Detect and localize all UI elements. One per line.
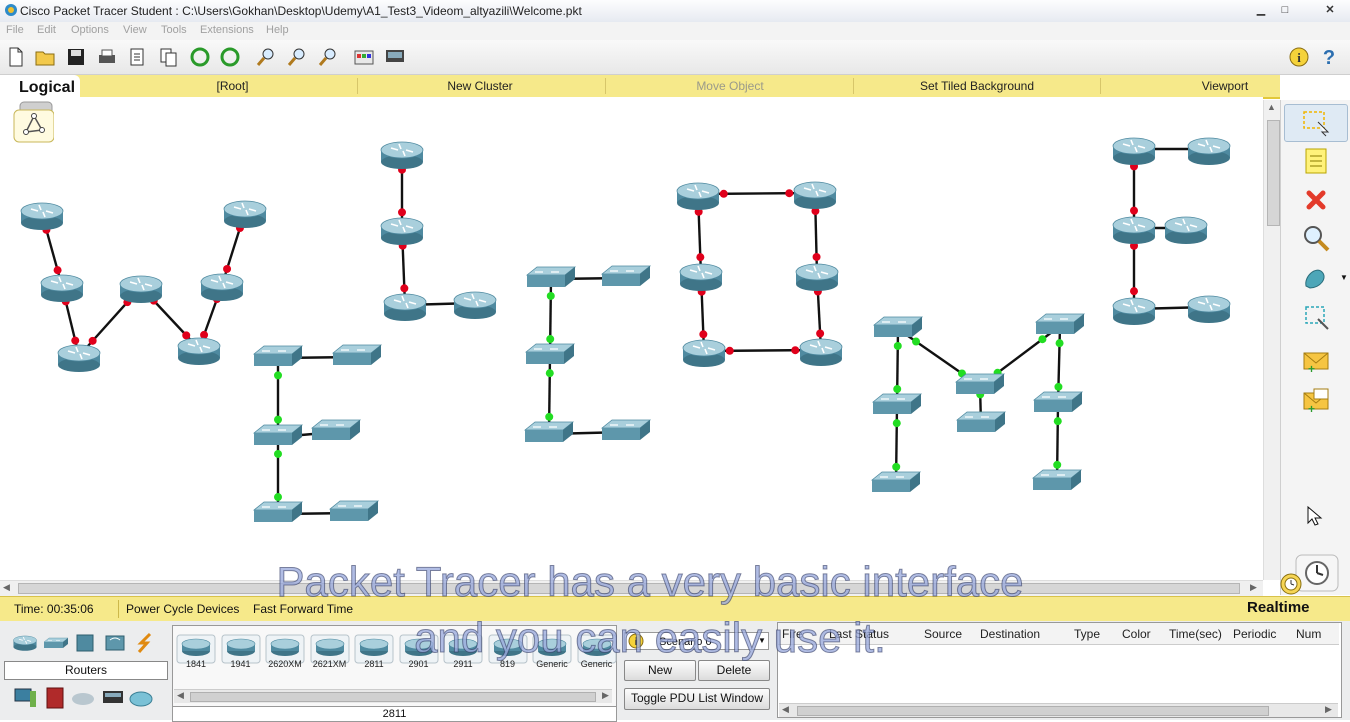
pdu-column-color: Color [1122, 627, 1151, 641]
routers-category-icon[interactable] [12, 632, 38, 654]
add-complex-pdu-icon[interactable]: + [1300, 385, 1332, 417]
select-icon[interactable] [1300, 106, 1332, 138]
device-scroll-left-icon[interactable]: ◀ [177, 690, 184, 701]
minimize-button[interactable]: ▁ [1250, 2, 1272, 18]
info-icon[interactable]: i [1288, 46, 1310, 68]
resize-shape-icon[interactable] [1300, 301, 1332, 333]
menu-view[interactable]: View [123, 24, 147, 36]
subtitle-line-2: and you can easily use it. [414, 614, 887, 662]
canvas-vertical-scrollbar[interactable]: ▲ [1263, 100, 1281, 580]
menu-file[interactable]: File [6, 24, 24, 36]
device-model-label-0: 1841 [185, 659, 207, 669]
scroll-left-arrow-icon[interactable]: ◀ [3, 582, 10, 593]
scroll-up-arrow-icon[interactable]: ▲ [1267, 102, 1276, 112]
activity-wizard-icon[interactable] [127, 46, 149, 68]
open-folder-icon[interactable] [34, 46, 56, 68]
device-model-label-1: 1941 [230, 659, 251, 669]
pdu-scroll-right-icon[interactable]: ▶ [1325, 704, 1332, 715]
custom-made-category-icon[interactable] [100, 685, 126, 711]
copy-icon[interactable] [158, 46, 180, 68]
help-icon[interactable]: ? [1318, 46, 1340, 68]
menu-edit[interactable]: Edit [37, 24, 56, 36]
device-category-label: Routers [4, 661, 168, 680]
logical-view-icon[interactable] [12, 100, 54, 144]
save-icon[interactable] [65, 46, 87, 68]
device-model-label-3: 2621XM [312, 659, 347, 669]
draw-shape-icon[interactable] [1300, 262, 1332, 294]
menu-help[interactable]: Help [266, 24, 289, 36]
zoom-out-icon[interactable] [317, 46, 339, 68]
pdu-column-periodic: Periodic [1233, 627, 1277, 641]
logical-tab-label: Logical [19, 79, 76, 96]
inspect-icon[interactable] [1300, 223, 1332, 255]
pdu-scroll-thumb[interactable] [797, 706, 1269, 716]
redo-icon[interactable] [219, 46, 241, 68]
packet-tracer-app-icon [5, 4, 17, 16]
device-model-label-2: 2620XM [268, 659, 302, 669]
realtime-mode-label: Realtime [1247, 599, 1310, 616]
toggle-pdu-list-button[interactable]: Toggle PDU List Window [624, 688, 770, 710]
window-title: Cisco Packet Tracer Student : C:\Users\G… [20, 4, 582, 18]
svg-text:+: + [1308, 362, 1315, 376]
end-devices-category-icon[interactable] [12, 685, 38, 711]
custom-device-icon[interactable] [384, 46, 406, 68]
svg-text:?: ? [1323, 47, 1335, 68]
menu-extensions[interactable]: Extensions [200, 24, 254, 36]
simulation-time: Time: 00:35:06 [14, 602, 94, 616]
multiuser-category-icon[interactable] [128, 685, 154, 711]
pdu-column-num: Num [1296, 627, 1322, 641]
palette-icon[interactable] [353, 46, 375, 68]
pdu-scroll-left-icon[interactable]: ◀ [782, 704, 789, 715]
zoom-reset-icon[interactable] [286, 46, 308, 68]
new-scenario-button[interactable]: New [624, 660, 696, 681]
wireless-category-icon[interactable] [102, 632, 128, 654]
scroll-right-arrow-icon[interactable]: ▶ [1250, 582, 1257, 593]
pdu-column-type: Type [1074, 627, 1101, 641]
workspace-bar: [Root] New Cluster Move Object Set Tiled… [0, 75, 1280, 99]
menu-options[interactable]: Options [71, 24, 109, 36]
place-note-icon[interactable] [1300, 145, 1332, 177]
new-file-icon[interactable] [5, 46, 27, 68]
delete-scenario-button[interactable]: Delete [698, 660, 770, 681]
svg-text:+: + [1308, 402, 1315, 416]
undo-icon[interactable] [189, 46, 211, 68]
logical-workspace-canvas[interactable] [0, 97, 1263, 579]
pdu-list-scrollbar[interactable]: ◀ ▶ [779, 703, 1338, 717]
device-scroll-thumb[interactable] [190, 692, 596, 702]
pdu-column-destination: Destination [980, 627, 1041, 641]
hubs-category-icon[interactable] [72, 632, 98, 654]
pdu-column-source: Source [924, 627, 963, 641]
title-bar: Cisco Packet Tracer Student : C:\Users\G… [0, 0, 1350, 23]
delete-icon[interactable] [1300, 184, 1332, 216]
viewport-button[interactable]: Viewport [1140, 79, 1310, 93]
wan-emulation-category-icon[interactable] [70, 685, 96, 711]
root-button[interactable]: [Root] [160, 79, 305, 93]
connections-category-icon[interactable] [132, 632, 158, 654]
realtime-clock-icon[interactable] [1276, 571, 1306, 597]
menu-bar: File Edit Options View Tools Extensions … [0, 22, 1350, 40]
shape-dropdown-arrow-icon[interactable]: ▼ [1340, 273, 1348, 282]
new-cluster-button[interactable]: New Cluster [380, 79, 580, 93]
maximize-button[interactable]: □ [1274, 2, 1296, 18]
print-icon[interactable] [96, 46, 118, 68]
main-toolbar: i ? [0, 40, 1350, 75]
device-scroll-right-icon[interactable]: ▶ [602, 690, 609, 701]
close-window-button[interactable]: ✕ [1315, 2, 1345, 18]
set-tiled-background-button[interactable]: Set Tiled Background [877, 79, 1077, 93]
menu-tools[interactable]: Tools [161, 24, 187, 36]
subtitle-line-1: Packet Tracer has a very basic interface [276, 558, 1024, 606]
pdu-column-time: Time(sec) [1169, 627, 1222, 641]
svg-text:i: i [1297, 50, 1301, 65]
zoom-in-icon[interactable] [255, 46, 277, 68]
security-category-icon[interactable] [42, 685, 68, 711]
vertical-scroll-thumb[interactable] [1267, 120, 1280, 226]
add-simple-pdu-icon[interactable]: + [1300, 345, 1332, 377]
move-object-button[interactable]: Move Object [630, 79, 830, 93]
switches-category-icon[interactable] [42, 632, 68, 654]
device-list-scrollbar[interactable]: ◀ ▶ [174, 689, 612, 703]
mouse-cursor-icon [1307, 505, 1323, 526]
